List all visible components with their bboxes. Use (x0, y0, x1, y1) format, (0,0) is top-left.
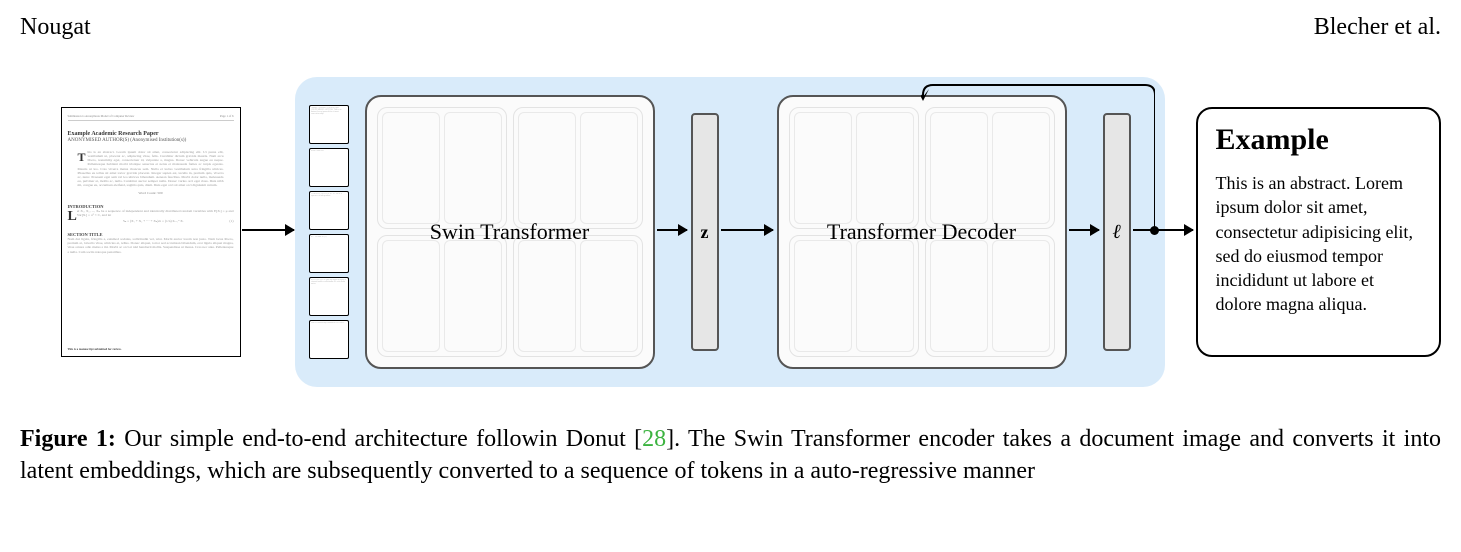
doc-intro-dropcap: L (68, 209, 77, 226)
citation-link[interactable]: 28 (642, 426, 666, 452)
latent-vector-z: z (691, 113, 719, 351)
doc-author: ANONYMISED AUTHOR(S) (Anonymised Institu… (68, 138, 234, 144)
figure-label: Figure 1: (20, 426, 116, 452)
patch: Example Academic Research Paper ANONYMIS… (309, 105, 349, 144)
patch: Word Count 500 (309, 148, 349, 187)
architecture-diagram: Submission to Anonymous Model of Compute… (21, 77, 1441, 407)
arrow-input-to-model (242, 229, 294, 231)
patch: INTRODUCTION L et X1 X2 Xn be a sequence… (309, 191, 349, 230)
doc-abstract-dropcap: T (78, 150, 86, 164)
swin-transformer-block: Swin Transformer (365, 95, 655, 369)
doc-body-2: Nam dui ligula, fringilla a, euismod sod… (68, 237, 234, 254)
patch: Sn = 1/n sum Xi (1) (309, 234, 349, 273)
doc-equation-row: Sₙ = (X₁ + X₂ + ⋯ + Xₙ)/n = (1/n) Σᵢ₌₁ⁿ … (68, 219, 234, 223)
doc-intro-text: et X₁, X₂, ..., Xₙ be a sequence of inde… (77, 209, 234, 217)
doc-intro-body: L et X₁, X₂, ..., Xₙ be a sequence of in… (68, 209, 234, 224)
patch: This is a manuscript submitted for revie… (309, 320, 349, 359)
doc-abstract: T his is an abstract. Lorem ipsum dolor … (78, 150, 224, 188)
output-body: This is an abstract. Lorem ipsum dolor s… (1216, 171, 1421, 317)
doc-abstract-text: his is an abstract. Lorem ipsum dolor si… (78, 150, 224, 188)
doc-running-header-right: Page 1 of 6 (220, 115, 234, 119)
doc-running-header-left: Submission to Anonymous Model of Compute… (68, 115, 135, 119)
doc-equation: Sₙ = (X₁ + X₂ + ⋯ + Xₙ)/n = (1/n) Σᵢ₌₁ⁿ … (123, 219, 183, 223)
patch: SECTION TITLE Nam dui ligula fringilla a… (309, 277, 349, 316)
header-right: Blecher et al. (1314, 14, 1441, 41)
arrow-l-to-output (1133, 229, 1193, 231)
decoder-label: Transformer Decoder (827, 219, 1016, 245)
latent-vector-l: ℓ (1103, 113, 1131, 351)
doc-eq-num: (1) (229, 219, 233, 223)
arrow-encoder-to-z (657, 229, 687, 231)
transformer-decoder-block: Transformer Decoder (777, 95, 1067, 369)
latent-z-label: z (701, 222, 709, 243)
output-text-box: Example This is an abstract. Lorem ipsum… (1196, 107, 1441, 357)
latent-l-label: ℓ (1112, 221, 1120, 244)
image-patches: Example Academic Research Paper ANONYMIS… (309, 105, 349, 359)
running-header: Nougat Blecher et al. (0, 0, 1461, 47)
doc-wordcount: Word Count: 500 (68, 191, 234, 195)
encoder-label: Swin Transformer (430, 219, 590, 245)
arrow-decoder-to-l (1069, 229, 1099, 231)
caption-text-1: Our simple end-to-end architecture follo… (116, 426, 642, 452)
figure-caption: Figure 1: Our simple end-to-end architec… (0, 417, 1461, 494)
doc-title: Example Academic Research Paper (68, 131, 234, 138)
doc-footer: This is a manuscript submitted for revie… (68, 348, 122, 352)
input-document-thumbnail: Submission to Anonymous Model of Compute… (61, 107, 241, 357)
header-left: Nougat (20, 14, 91, 41)
output-title: Example (1216, 123, 1421, 157)
arrow-z-to-decoder (721, 229, 773, 231)
